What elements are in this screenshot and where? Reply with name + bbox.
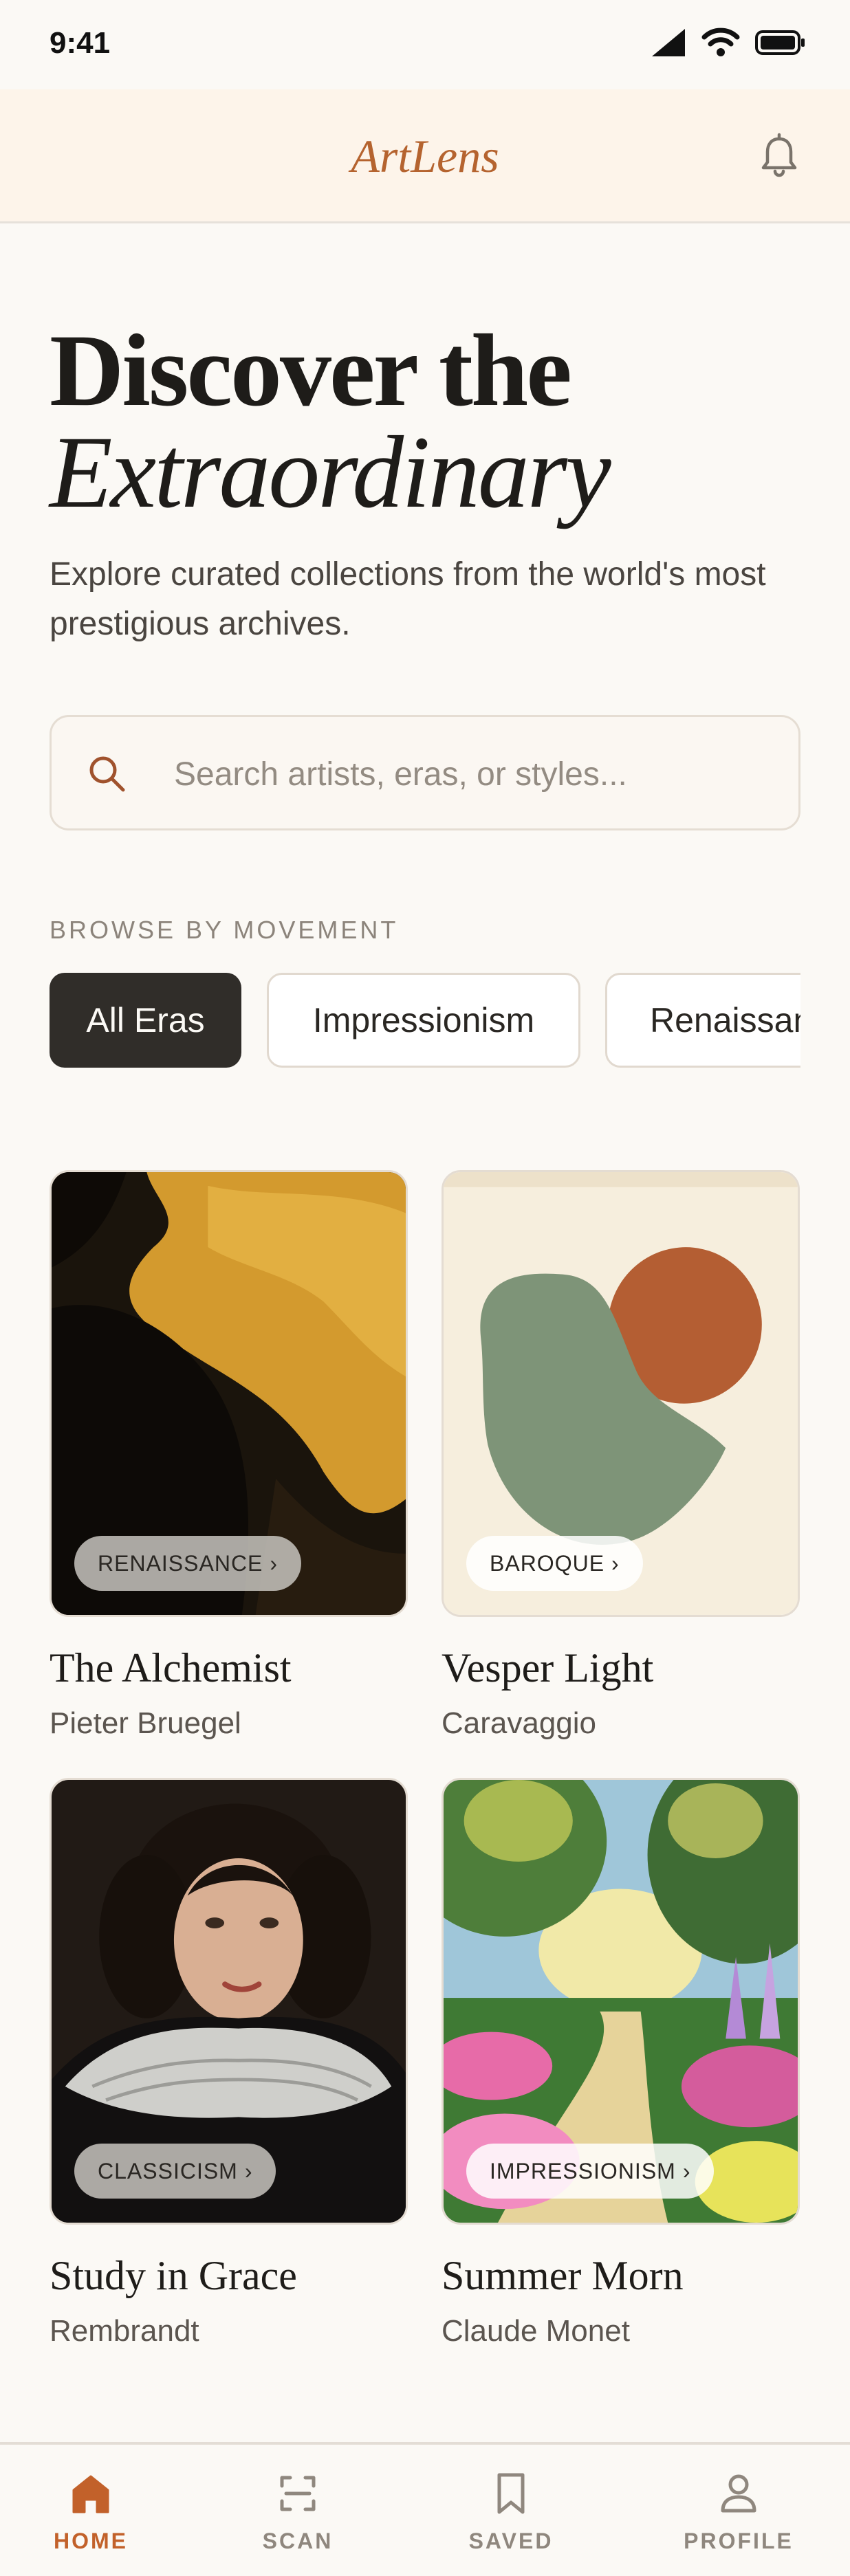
movement-badge[interactable]: RENAISSANCE › (74, 1536, 302, 1591)
wifi-icon (701, 27, 740, 56)
tab-label: PROFILE (684, 2529, 794, 2553)
bottom-tab-bar: HOME SCAN SAVED PROFILE (0, 2442, 850, 2576)
notification-bell-icon[interactable] (755, 132, 803, 180)
app-header: ArtLens (0, 89, 850, 223)
movement-chips: All Eras Impressionism Renaissance (50, 973, 800, 1070)
tab-saved[interactable]: SAVED (422, 2445, 600, 2576)
chevron-right-icon: › (270, 1550, 279, 1576)
movement-badge[interactable]: IMPRESSIONISM › (466, 2144, 715, 2199)
artwork-title: Study in Grace (50, 2253, 297, 2298)
chip-impressionism[interactable]: Impressionism (267, 973, 580, 1068)
artwork-artist: Pieter Bruegel (50, 1706, 241, 1740)
chevron-right-icon: › (611, 1550, 620, 1576)
movement-badge[interactable]: CLASSICISM › (74, 2144, 276, 2199)
tab-label: SCAN (262, 2529, 334, 2553)
movement-badge[interactable]: BAROQUE › (466, 1536, 643, 1591)
search-input[interactable]: Search artists, eras, or styles... (50, 715, 800, 830)
scan-icon (280, 2476, 316, 2511)
badge-label: IMPRESSIONISM (490, 2158, 676, 2183)
artwork-title: Summer Morn (442, 2253, 684, 2298)
search-icon (89, 756, 125, 792)
chevron-right-icon: › (244, 2158, 253, 2183)
chevron-right-icon: › (682, 2158, 691, 2183)
artwork-title: The Alchemist (50, 1645, 292, 1691)
chip-all-eras[interactable]: All Eras (50, 973, 241, 1068)
battery-icon (755, 30, 805, 55)
tab-scan[interactable]: SCAN (208, 2445, 387, 2576)
status-time: 9:41 (50, 26, 111, 60)
tab-profile[interactable]: PROFILE (649, 2445, 828, 2576)
chip-renaissance[interactable]: Renaissance (605, 973, 800, 1068)
home-icon (72, 2475, 109, 2513)
artwork-artist: Caravaggio (442, 1706, 597, 1740)
status-bar: 9:41 (0, 0, 850, 89)
hero-title-line1: Discover the (50, 313, 572, 428)
badge-label: RENAISSANCE (98, 1550, 263, 1576)
tab-label: HOME (54, 2529, 128, 2553)
bookmark-icon (497, 2473, 525, 2514)
browse-label: BROWSE BY MOVEMENT (50, 916, 399, 944)
artwork-title: Vesper Light (442, 1645, 654, 1691)
badge-label: CLASSICISM (98, 2158, 238, 2183)
hero-subtitle: Explore curated collections from the wor… (50, 556, 766, 642)
cellular-signal-icon (652, 29, 685, 56)
search-placeholder: Search artists, eras, or styles... (174, 756, 627, 793)
status-icons (651, 27, 806, 58)
badge-label: BAROQUE (490, 1550, 605, 1576)
hero-title: Discover the Extraordinary (50, 319, 611, 529)
tab-label: SAVED (468, 2529, 554, 2553)
artwork-artist: Rembrandt (50, 2314, 199, 2348)
user-icon (721, 2474, 756, 2513)
hero-title-line2: Extraordinary (50, 415, 611, 529)
artwork-artist: Claude Monet (442, 2314, 630, 2348)
tab-home[interactable]: HOME (1, 2445, 180, 2576)
app-logo: ArtLens (351, 130, 499, 182)
